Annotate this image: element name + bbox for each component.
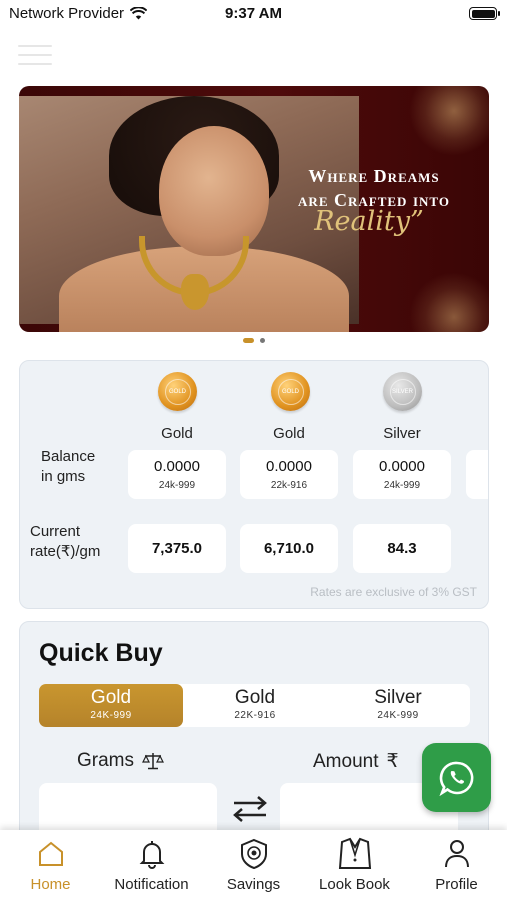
home-icon — [38, 841, 63, 866]
balance-value: 0.0000 — [154, 458, 200, 475]
swap-icon[interactable] — [230, 794, 270, 824]
balance-box: 0.0000 22k-916 — [240, 450, 338, 499]
whatsapp-icon — [438, 761, 473, 796]
carousel-dot-active[interactable] — [242, 338, 254, 343]
purity-label: 24k-999 — [383, 480, 421, 491]
whatsapp-button[interactable] — [422, 743, 491, 812]
feather-decoration-bottom — [409, 272, 489, 332]
metal-name: Gold — [273, 425, 305, 442]
nav-label: Profile — [435, 876, 478, 893]
metal-option-gold-22k[interactable]: Gold 22K-916 — [183, 684, 327, 727]
nav-lookbook[interactable]: Look Book — [304, 837, 405, 893]
status-bar: Network Provider 9:37 AM — [0, 0, 507, 30]
amount-label: Amount ₹ — [313, 750, 399, 773]
balance-value: 0.0000 — [379, 458, 425, 475]
nav-label: Home — [30, 876, 71, 893]
balance-value: 0.0000 — [266, 458, 312, 475]
gold-coin-icon: GOLD — [271, 372, 310, 411]
gold-coin-icon: GOLD — [158, 372, 197, 411]
rate-value: 7,375.0 — [128, 524, 226, 573]
banner-tagline: Where Dreams are Crafted into — [269, 164, 479, 212]
metal-selector: Gold 24K-999 Gold 22K-916 Silver 24K-999 — [39, 684, 470, 727]
menu-icon[interactable] — [18, 45, 52, 67]
carousel-dot[interactable] — [259, 338, 265, 343]
app-screen: Network Provider 9:37 AM Where Dreams ar… — [0, 0, 507, 900]
nav-home[interactable]: Home — [0, 838, 101, 893]
banner-script-text: Reality” — [314, 206, 424, 237]
metal-name: Silver — [383, 425, 421, 442]
silver-coin-icon: SILVER — [383, 372, 422, 411]
metal-option-silver[interactable]: Silver 24K-999 — [326, 684, 470, 727]
bell-icon — [139, 841, 164, 869]
balance-box-partial — [466, 450, 488, 499]
nav-label: Notification — [114, 876, 189, 893]
purity-label: 24k-999 — [158, 480, 196, 491]
purity-label: 22k-916 — [270, 480, 308, 491]
banner-line-1: Where Dreams — [308, 166, 440, 186]
status-time: 9:37 AM — [225, 5, 282, 22]
grams-label: Grams — [77, 750, 164, 772]
balance-box: 0.0000 24k-999 — [353, 450, 451, 499]
nav-label: Savings — [226, 876, 281, 893]
feather-decoration-top — [409, 86, 489, 156]
rupee-icon: ₹ — [386, 751, 399, 772]
current-rate-label: Current rate(₹)/gm — [30, 523, 101, 560]
scale-icon — [142, 753, 164, 770]
promo-banner[interactable]: Where Dreams are Crafted into Reality” — [19, 86, 489, 332]
battery-icon — [469, 7, 500, 20]
lookbook-icon — [338, 837, 371, 869]
quick-buy-title: Quick Buy — [39, 639, 163, 667]
rates-card: GOLD GOLD SILVER Gold Gold Silver Balanc… — [19, 360, 489, 609]
carousel-indicator[interactable] — [0, 338, 507, 343]
profile-icon — [444, 840, 469, 868]
nav-savings[interactable]: Savings — [203, 838, 304, 893]
nav-notification[interactable]: Notification — [101, 838, 202, 893]
bottom-nav: Home Notification Savings Look Book Prof… — [0, 830, 507, 900]
rate-value: 84.3 — [353, 524, 451, 573]
balance-label: Balance in gms — [41, 448, 96, 485]
metal-option-gold-24k[interactable]: Gold 24K-999 — [39, 684, 183, 727]
nav-label: Look Book — [319, 876, 390, 893]
balance-box: 0.0000 24k-999 — [128, 450, 226, 499]
nav-profile[interactable]: Profile — [406, 838, 507, 893]
savings-icon — [240, 838, 267, 870]
gst-note: Rates are exclusive of 3% GST — [310, 585, 477, 599]
metal-name: Gold — [161, 425, 193, 442]
rate-value: 6,710.0 — [240, 524, 338, 573]
